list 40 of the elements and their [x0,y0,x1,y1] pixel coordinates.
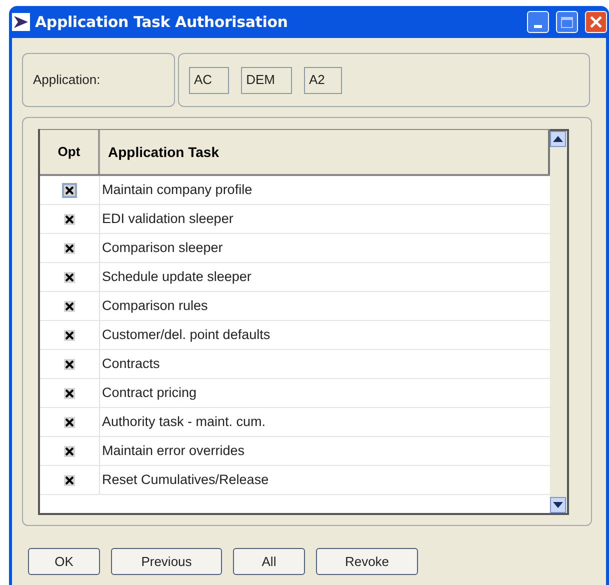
task-cell-text: Comparison rules [101,296,209,315]
task-cell-text: Customer/del. point defaults [101,326,272,344]
task-cell-text: EDI validation sleeper [101,210,234,228]
scroll-up-button[interactable] [550,131,566,147]
task-cell-text: Maintain error overrides [101,442,246,460]
task-cell-text: Schedule update sleeper [101,268,252,286]
checkbox[interactable] [64,272,75,282]
dialog-button[interactable]: Revoke [316,548,418,575]
task-cell-text: Maintain company profile [101,180,254,199]
close-button[interactable] [585,11,607,33]
dialog-button[interactable]: All [233,548,305,575]
code-field[interactable]: DEM [241,66,292,94]
application-label: Application: [33,71,100,90]
up-arrow-icon [553,136,563,142]
checkbox[interactable] [64,446,75,456]
task-cell-text: Authority task - maint. cum. [101,412,267,431]
down-arrow-icon [553,502,563,508]
close-icon [590,16,602,28]
checkbox[interactable] [64,300,75,312]
checkbox[interactable] [64,330,75,340]
dialog-button[interactable]: Previous [111,548,222,575]
task-cell-text: Contracts [101,354,161,373]
dialog-button[interactable]: OK [28,548,100,575]
code-field[interactable]: A2 [304,66,342,94]
window-title: Application Task Authorisation [35,12,288,33]
task-cell-text: Comparison sleeper [101,238,224,257]
app-icon [12,13,30,31]
code-field[interactable]: AC [189,66,230,94]
task-cell-text: Contract pricing [101,384,198,402]
checkbox[interactable] [64,214,75,224]
checkbox[interactable] [64,358,75,370]
maximize-button[interactable] [556,11,578,33]
checkbox[interactable] [64,474,75,486]
checkbox[interactable] [64,416,75,428]
scroll-down-button[interactable] [550,497,566,513]
task-cell-text: Reset Cumulatives/Release [101,470,270,489]
column-header: Opt [40,130,100,174]
checkbox[interactable] [64,242,75,254]
checkbox[interactable] [64,388,75,398]
minimize-button[interactable] [527,11,549,33]
